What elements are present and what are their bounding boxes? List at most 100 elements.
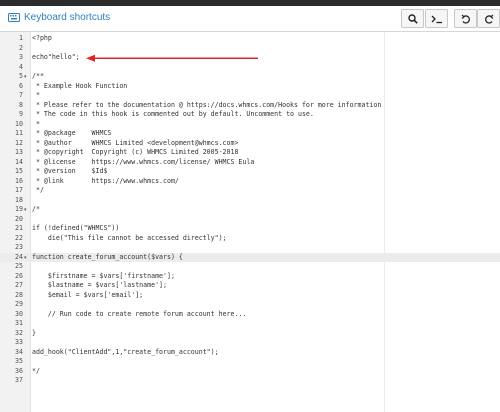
code-line[interactable]: 6 * Example Hook Function	[0, 82, 500, 92]
code-text: *	[32, 119, 40, 128]
code-line[interactable]: 34 add_hook("ClientAdd",1,"create_forum_a…	[0, 348, 500, 358]
code-line[interactable]: 13 * @copyright Copyright (c) WHMCS Limi…	[0, 148, 500, 158]
code-text: die("This file cannot be accessed direct…	[32, 233, 227, 242]
code-line[interactable]: 37	[0, 376, 500, 386]
line-number: 2	[19, 43, 23, 52]
code-line[interactable]: 10 *	[0, 120, 500, 130]
keyboard-shortcuts-label: Keyboard shortcuts	[24, 12, 111, 23]
code-line[interactable]: 17 */	[0, 186, 500, 196]
line-number: 31	[15, 319, 23, 327]
fold-toggle-icon[interactable]: ▾	[24, 207, 27, 213]
code-line[interactable]: 9 * The code in this hook is commented o…	[0, 110, 500, 120]
code-text: * @author WHMCS Limited <development@whm…	[32, 138, 239, 147]
code-line[interactable]: 23	[0, 243, 500, 253]
line-number: 21	[15, 224, 23, 232]
redo-icon	[484, 14, 493, 24]
line-number: 5	[19, 72, 23, 80]
code-text: add_hook("ClientAdd",1,"create_forum_acc…	[32, 347, 219, 356]
line-number: 1	[19, 34, 23, 42]
code-line[interactable]: 21 if (!defined("WHMCS"))	[0, 224, 500, 234]
code-text: <?php	[32, 34, 52, 42]
code-text: * Please refer to the documentation @ ht…	[32, 100, 382, 109]
code-line[interactable]: 20	[0, 215, 500, 225]
code-text: $email = $vars['email'];	[32, 290, 144, 299]
code-text: echo"hello";	[32, 53, 80, 61]
undo-button[interactable]	[454, 9, 477, 28]
code-text: }	[32, 328, 36, 337]
terminal-icon	[431, 15, 442, 23]
code-line[interactable]: 3 echo"hello";	[0, 53, 500, 63]
code-text: function create_forum_account($vars) {	[32, 252, 183, 261]
code-line[interactable]: 2	[0, 44, 500, 54]
line-number: 27	[15, 281, 23, 289]
code-text: * @license https://www.whmcs.com/license…	[32, 157, 255, 166]
code-text: * @version $Id$	[32, 167, 108, 175]
code-line[interactable]: 36 */	[0, 367, 500, 377]
fold-toggle-icon[interactable]: ▾	[24, 74, 27, 80]
line-number: 18	[15, 195, 23, 204]
code-line[interactable]: 1 <?php	[0, 34, 500, 44]
code-line[interactable]: 24 ▾ function create_forum_account($vars) …	[0, 252, 500, 262]
keyboard-icon	[8, 13, 20, 22]
code-text: // Run code to create remote forum accou…	[32, 309, 247, 318]
search-button[interactable]	[401, 9, 424, 28]
code-line[interactable]: 19 ▾ /*	[0, 205, 500, 215]
code-text: * The code in this hook is commented out…	[32, 110, 314, 118]
code-line[interactable]: 7 *	[0, 91, 500, 101]
command-line-button[interactable]	[425, 9, 448, 28]
code-text: if (!defined("WHMCS"))	[32, 224, 120, 232]
line-number: 4	[19, 62, 23, 71]
line-number: 3	[19, 53, 23, 61]
code-text: */	[32, 186, 44, 194]
code-text: $firstname = $vars['firstname'];	[32, 271, 175, 280]
fold-toggle-icon[interactable]: ▾	[24, 255, 27, 261]
line-number: 37	[15, 376, 23, 384]
line-number: 20	[15, 214, 23, 223]
line-number: 22	[15, 233, 23, 242]
code-line[interactable]: 32}	[0, 329, 500, 339]
code-line[interactable]: 14 * @license https://www.whmcs.com/lice…	[0, 158, 500, 168]
code-line[interactable]: 16 * @link https://www.whmcs.com/	[0, 177, 500, 187]
line-number: 8	[19, 100, 23, 109]
code-editor[interactable]: 1 <?php 2 3 echo"hello"; 4 5 ▾/** 6 * Example Ho…	[0, 32, 500, 412]
code-text: /*	[32, 205, 40, 213]
line-number: 12	[15, 138, 23, 147]
code-line[interactable]: 26 $firstname = $vars['firstname'];	[0, 272, 500, 282]
code-text: * @link https://www.whmcs.com/	[32, 176, 179, 185]
line-number: 32	[15, 328, 23, 337]
code-line[interactable]: 22 die("This file cannot be accessed dir…	[0, 234, 500, 244]
line-number: 6	[19, 81, 23, 90]
code-line[interactable]: 25	[0, 262, 500, 272]
code-line[interactable]: 27 $lastname = $vars['lastname'];	[0, 281, 500, 291]
line-number: 30	[15, 309, 23, 318]
line-number: 13	[15, 148, 23, 156]
code-line[interactable]: 30 // Run code to create remote forum ac…	[0, 310, 500, 320]
search-icon	[407, 13, 418, 24]
line-number: 25	[15, 262, 23, 270]
line-number: 34	[15, 347, 23, 356]
line-number: 16	[15, 176, 23, 185]
code-line[interactable]: 11 * @package WHMCS	[0, 129, 500, 139]
keyboard-shortcuts-link[interactable]: Keyboard shortcuts	[8, 12, 110, 23]
line-number: 33	[15, 338, 23, 346]
code-line[interactable]: 4	[0, 63, 500, 73]
code-line[interactable]: 31	[0, 319, 500, 329]
line-number: 10	[15, 119, 23, 128]
code-line[interactable]: 33	[0, 338, 500, 348]
code-text: $lastname = $vars['lastname'];	[32, 281, 167, 289]
redo-button[interactable]	[477, 9, 500, 28]
code-line[interactable]: 5 ▾ /**	[0, 72, 500, 82]
line-number: 26	[15, 271, 23, 280]
undo-icon	[461, 14, 470, 24]
code-line[interactable]: 15 * @version $Id$	[0, 167, 500, 177]
code-line[interactable]: 8 * Please refer to the documentation @ …	[0, 101, 500, 111]
line-number: 14	[15, 157, 23, 166]
line-number: 9	[19, 110, 23, 118]
code-line[interactable]: 35	[0, 357, 500, 367]
code-line[interactable]: 12 * @author WHMCS Limited <development@…	[0, 139, 500, 149]
editor-toolbar: Keyboard shortcuts	[0, 6, 500, 32]
code-line[interactable]: 29	[0, 300, 500, 310]
code-line[interactable]: 28 $email = $vars['email'];	[0, 291, 500, 301]
code-line[interactable]: 18	[0, 196, 500, 206]
code-text: *	[32, 91, 40, 99]
